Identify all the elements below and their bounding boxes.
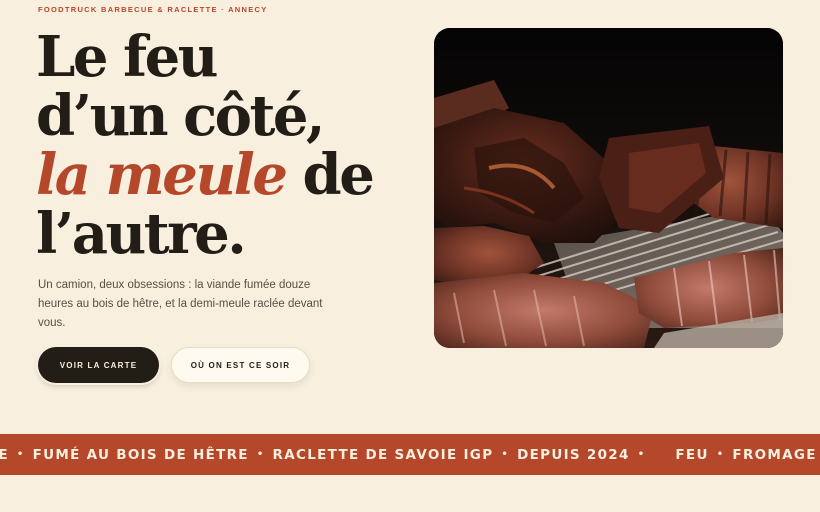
hero-description: Un camion, deux obsessions : la viande f… <box>38 279 323 329</box>
marquee-separator: • <box>16 449 25 460</box>
headline-line-3: la meule de <box>36 146 375 205</box>
marquee-separator: • <box>501 449 510 460</box>
hero-image <box>434 28 783 348</box>
marquee-separator: • <box>637 449 646 460</box>
marquee-item: GE <box>0 446 9 463</box>
headline-line-1: Le feu <box>36 24 218 90</box>
marquee-item: FUMÉ AU BOIS DE HÊTRE <box>32 446 249 463</box>
grilled-ribs-photo <box>434 28 783 348</box>
eyebrow: FOODTRUCK BARBECUE & RACLETTE · ANNECY <box>38 5 268 14</box>
headline-accent: la meule <box>36 142 288 208</box>
marquee-item: RACLETTE DE SAVOIE IGP <box>272 446 494 463</box>
marquee-separator: • <box>256 449 265 460</box>
marquee-banner: GE • FUMÉ AU BOIS DE HÊTRE • RACLETTE DE… <box>0 434 820 475</box>
find-us-tonight-button[interactable]: OÙ ON EST CE SOIR <box>171 347 310 383</box>
marquee-item: FEU <box>675 446 709 463</box>
headline-line-3-rest: de <box>285 142 375 208</box>
marquee-track: GE • FUMÉ AU BOIS DE HÊTRE • RACLETTE DE… <box>0 434 820 475</box>
page-title: Le feu d’un côté, la meule de l’autre. <box>36 24 375 267</box>
marquee-item: DEPUIS 2024 <box>517 446 630 463</box>
marquee-separator: • <box>716 449 725 460</box>
view-menu-button[interactable]: VOIR LA CARTE <box>38 347 159 383</box>
headline-line-2: d’un côté, <box>36 83 326 149</box>
marquee-item: FROMAGE <box>732 446 817 463</box>
headline-line-4: l’autre. <box>36 201 247 267</box>
